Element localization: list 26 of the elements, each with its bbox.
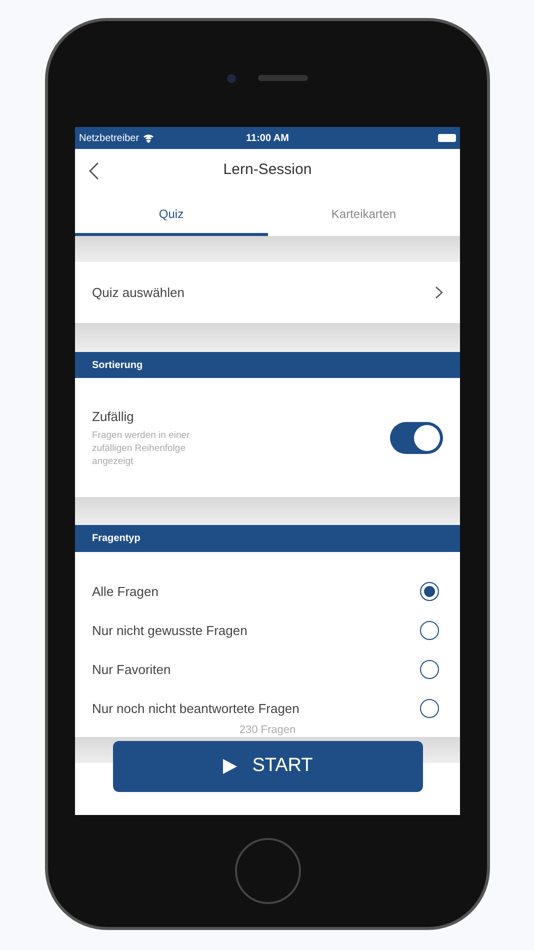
radio-option[interactable]: Alle Fragen — [75, 572, 460, 611]
quiz-select-row[interactable]: Quiz auswählen — [75, 262, 460, 323]
radio-option[interactable]: Nur nicht gewusste Fragen — [75, 611, 460, 650]
play-icon — [222, 758, 238, 775]
section-header: Sortierung — [75, 352, 460, 378]
chevron-right-icon — [435, 286, 443, 299]
back-icon[interactable] — [89, 162, 99, 180]
tab[interactable]: Karteikarten — [268, 192, 460, 236]
toggle-switch[interactable] — [390, 422, 443, 454]
radio-button[interactable] — [420, 699, 439, 718]
camera-icon — [227, 74, 236, 82]
battery-icon — [438, 134, 456, 142]
option-title: Zufällig — [92, 408, 135, 426]
clock: 11:00 AM — [246, 132, 289, 146]
radio-option[interactable]: Nur Favoriten — [75, 650, 460, 689]
radio-button[interactable] — [420, 660, 439, 679]
radio-button[interactable] — [420, 621, 439, 640]
carrier-label: Netzbetreiber — [79, 132, 140, 146]
wifi-icon — [143, 134, 154, 142]
speaker-icon — [258, 75, 308, 81]
radio-button[interactable] — [420, 582, 439, 601]
question-count: 230 Fragen — [239, 724, 296, 737]
start-button[interactable]: START — [112, 741, 422, 792]
option-description: Fragen werden in einer zufälligen Reihenfolge angezeigt — [92, 428, 191, 468]
section-header: Fragentyp — [75, 525, 460, 552]
screen-title: Lern-Session — [223, 160, 312, 180]
